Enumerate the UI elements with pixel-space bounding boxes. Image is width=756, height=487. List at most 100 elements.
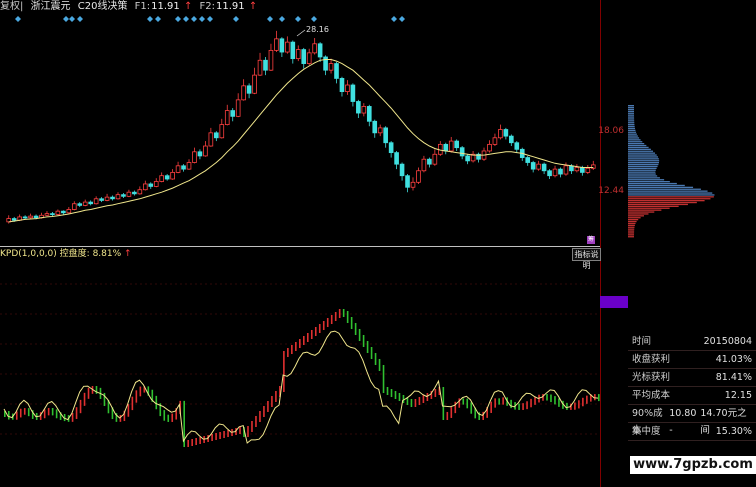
- chip-bar: [628, 184, 685, 187]
- candle-body: [498, 129, 503, 139]
- chip-distribution-chart[interactable]: [628, 100, 756, 240]
- candle-body: [563, 165, 569, 175]
- chip-bar: [628, 165, 658, 168]
- chip-bar: [628, 200, 705, 202]
- stock-name: 浙江震元: [30, 1, 71, 12]
- chip-bar: [628, 196, 714, 198]
- candle-body: [410, 181, 416, 188]
- candle-body: [301, 49, 307, 64]
- candle-body: [459, 147, 465, 157]
- kpd-bar: [386, 387, 389, 395]
- kpd-bar: [394, 391, 397, 399]
- candle-body: [295, 49, 301, 60]
- chip-bar: [628, 137, 640, 139]
- candle-body: [230, 110, 236, 117]
- chip-bar: [628, 156, 659, 158]
- candle-body: [558, 168, 563, 175]
- candle-body: [416, 170, 421, 183]
- candle-body: [241, 85, 246, 101]
- info-row-concentration: 集中度 15.30%: [628, 423, 756, 441]
- candle-body: [394, 152, 399, 165]
- candle-body: [224, 110, 230, 125]
- chip-bar: [628, 148, 651, 150]
- signal-diamond: [399, 16, 405, 22]
- kpd-bar: [410, 399, 413, 407]
- chip-bar: [628, 106, 635, 109]
- kpd-bar: [354, 323, 357, 335]
- candle-body: [159, 175, 165, 182]
- chip-bar: [628, 110, 635, 112]
- candle-body: [405, 175, 410, 188]
- chip-bar: [628, 177, 660, 179]
- candle-body: [427, 158, 432, 165]
- chip-bar: [628, 203, 688, 206]
- signal-diamond: [233, 16, 239, 22]
- adjust-mode[interactable]: 复权|: [0, 1, 23, 12]
- chip-bar: [628, 222, 636, 225]
- kpd-bar: [342, 309, 345, 317]
- candle-body: [11, 218, 17, 221]
- candle-body: [268, 49, 274, 71]
- kpd-bar: [255, 416, 257, 427]
- candle-body: [22, 216, 28, 219]
- candle-body: [55, 210, 61, 215]
- candle-body: [443, 143, 449, 152]
- candle-body: [421, 158, 427, 172]
- signal-diamond: [199, 16, 205, 22]
- candle-body: [110, 196, 115, 200]
- kpd-bar: [163, 410, 166, 421]
- price-label-lower: 12.44: [598, 186, 624, 196]
- chip-bar: [628, 152, 656, 154]
- price-label-upper: 18.06: [598, 126, 624, 136]
- kpd-bar: [322, 321, 325, 330]
- chip-bar: [628, 154, 657, 156]
- candle-body: [164, 175, 170, 180]
- chip-bar: [628, 234, 635, 236]
- candle-body: [33, 215, 39, 219]
- site-watermark: www.7gpzb.com: [630, 456, 756, 474]
- candle-body: [339, 78, 345, 93]
- candle-body: [93, 198, 99, 205]
- candle-body: [509, 135, 514, 144]
- candle-body: [552, 168, 558, 177]
- kpd-bar: [75, 407, 78, 419]
- candle-body: [214, 132, 219, 139]
- info-row-close-profit: 收盘获利 41.03%: [628, 351, 756, 369]
- candle-body: [99, 198, 104, 201]
- chip-bar: [628, 116, 635, 118]
- candle-body: [192, 151, 197, 163]
- kpd-bars: [4, 309, 600, 447]
- signal-diamond: [69, 16, 75, 22]
- candle-body: [208, 132, 214, 147]
- chip-bar: [628, 228, 635, 230]
- price-axis[interactable]: 18.06 12.44: [598, 0, 628, 487]
- kpd-bar: [470, 402, 473, 414]
- pane-divider[interactable]: [0, 246, 600, 247]
- candle-body: [465, 155, 470, 162]
- kpd-bar: [306, 333, 309, 342]
- f2-label: F2:: [199, 1, 216, 12]
- candle-body: [323, 56, 328, 71]
- chip-bar: [628, 163, 659, 166]
- chip-bar: [628, 160, 660, 162]
- info-row-time: 时间 20150804: [628, 333, 756, 351]
- f1-value: 11.91: [151, 1, 180, 12]
- chip-bar: [628, 118, 635, 120]
- candle-body: [203, 145, 208, 157]
- candle-body: [492, 137, 498, 145]
- kpd-bar: [187, 440, 189, 447]
- candle-body: [121, 194, 126, 197]
- kpd-bar: [498, 398, 500, 405]
- kpd-bar: [462, 398, 465, 405]
- kpd-bar: [247, 426, 249, 437]
- kpd-bar: [318, 324, 321, 333]
- chip-bar: [628, 146, 649, 149]
- kpd-bar: [267, 401, 269, 412]
- kpd-indicator-chart[interactable]: [0, 254, 600, 487]
- kpd-bar: [167, 414, 170, 422]
- candlestick-chart[interactable]: 28.16: [0, 14, 600, 254]
- candle-body: [197, 151, 203, 157]
- kpd-bar: [578, 400, 580, 409]
- kpd-bar: [215, 433, 217, 440]
- kpd-bar: [295, 342, 297, 351]
